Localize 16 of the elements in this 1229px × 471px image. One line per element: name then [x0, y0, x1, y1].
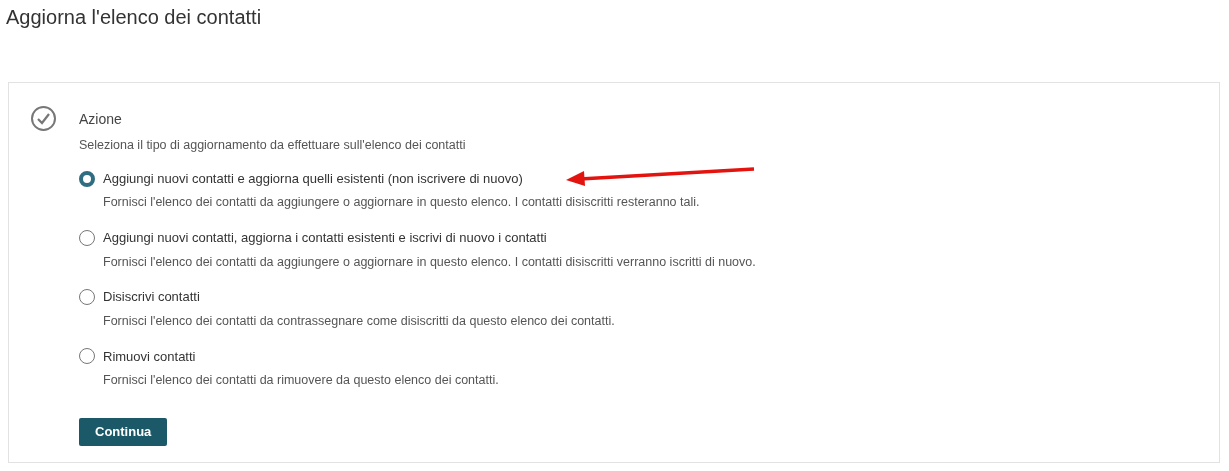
- continue-button[interactable]: Continua: [79, 417, 168, 446]
- option-label[interactable]: Rimuovi contatti: [103, 346, 196, 366]
- option-label[interactable]: Aggiungi nuovi contatti e aggiorna quelli esistenti (non iscrivere di nuovo): [103, 168, 523, 189]
- option-label[interactable]: Disiscrivi contatti: [103, 287, 200, 307]
- option-label[interactable]: Aggiungi nuovi contatti, aggiorna i contatti esistenti e iscrivi di nuovo i contatti: [103, 228, 547, 248]
- radio-button[interactable]: [79, 348, 95, 365]
- step-title: Azione: [79, 110, 123, 129]
- step-description: Seleziona il tipo di aggiornamento da effettuare sull'elenco dei contatti: [79, 137, 467, 154]
- option-description: Fornisci l'elenco dei contatti da contrassegnare come disiscritti da questo elenco dei contatti.: [103, 312, 616, 330]
- option-description: Fornisci l'elenco dei contatti da aggiungere o aggiornare in questo elenco. I contatti disiscritti verranno iscritti di nuovo.: [103, 253, 756, 271]
- radio-button[interactable]: [79, 170, 95, 187]
- option-description: Fornisci l'elenco dei contatti da rimuovere da questo elenco dei contatti.: [103, 372, 500, 389]
- page-title: Aggiorna l'elenco dei contatti: [6, 5, 262, 30]
- radio-button[interactable]: [79, 229, 95, 246]
- radio-button[interactable]: [79, 289, 95, 305]
- option-description: Fornisci l'elenco dei contatti da aggiungere o aggiornare in questo elenco. I contatti disiscritti resteranno tali.: [103, 194, 701, 212]
